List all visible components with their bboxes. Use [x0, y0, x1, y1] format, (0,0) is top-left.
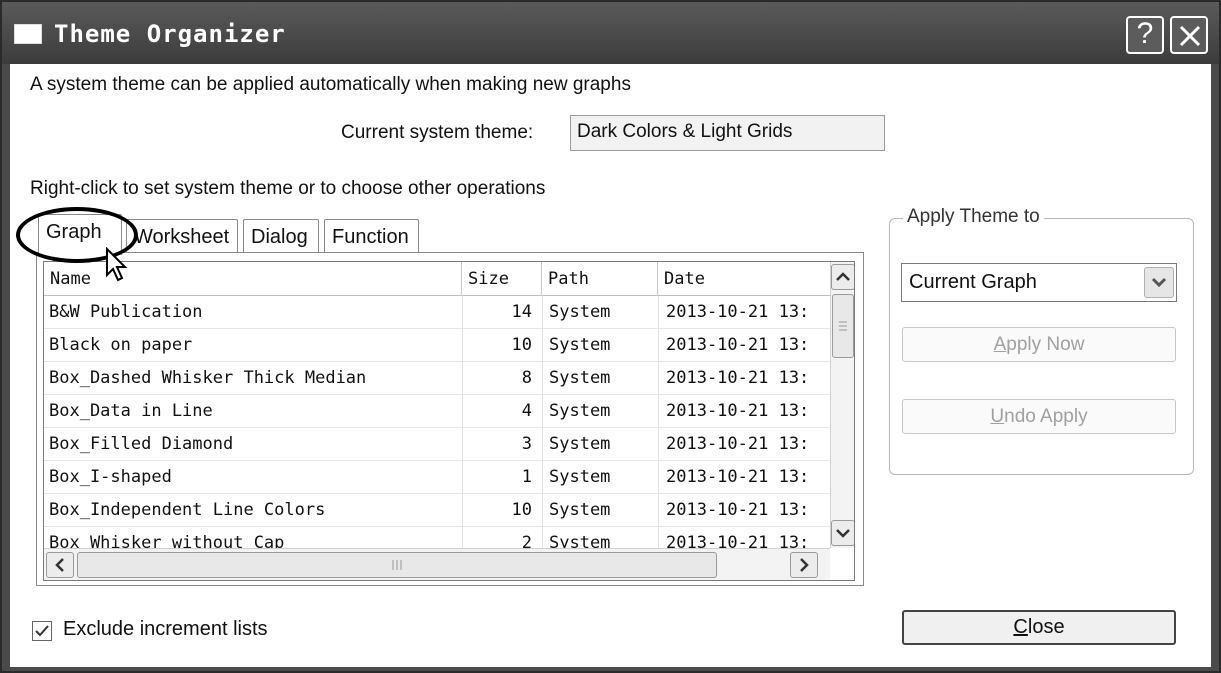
chevron-up-icon: [836, 272, 850, 281]
hint-text: Right-click to set system theme or to ch…: [30, 178, 546, 199]
close-label: lose: [1027, 616, 1065, 638]
intro-text: A system theme can be applied automatica…: [30, 74, 631, 95]
cell-name: Box_Independent Line Colors: [49, 500, 326, 520]
column-header-path[interactable]: Path: [542, 262, 658, 296]
cell-name: Box Whisker without Cap: [49, 533, 285, 548]
undo-apply-button[interactable]: Undo Apply: [902, 399, 1176, 434]
exclude-increment-checkbox[interactable]: [32, 621, 52, 641]
exclude-increment-label[interactable]: Exclude increment lists: [63, 618, 268, 641]
table-row[interactable]: Box_I-shaped 1 System 2013-10-21 13:: [44, 461, 830, 494]
cell-date: 2013-10-21 13:: [666, 335, 810, 355]
cell-path: System: [549, 368, 611, 388]
chevron-down-icon: [836, 529, 850, 538]
mouse-cursor-icon: [106, 247, 128, 282]
chevron-right-icon: [800, 558, 809, 572]
dialog-body: A system theme can be applied automatica…: [10, 64, 1211, 667]
close-button[interactable]: Close: [902, 610, 1176, 645]
scroll-right-button[interactable]: [790, 552, 818, 578]
cell-date: 2013-10-21 13:: [666, 302, 810, 322]
close-icon: [1179, 25, 1201, 47]
table-row[interactable]: Box_Data in Line 4 System 2013-10-21 13:: [44, 395, 830, 428]
list-header: Name Size Path Date: [44, 262, 830, 296]
help-button[interactable]: ?: [1126, 16, 1164, 54]
chevron-down-icon: [1151, 277, 1167, 288]
scroll-down-button[interactable]: [831, 520, 854, 546]
checkmark-icon: [35, 625, 49, 637]
cell-size: 8: [521, 368, 532, 388]
cell-date: 2013-10-21 13:: [666, 467, 810, 487]
vertical-scroll-thumb[interactable]: [832, 294, 854, 358]
graph-tab-panel: Name Size Path Date B&W Publication 14 S…: [36, 252, 864, 586]
undo-apply-mnemonic: U: [990, 406, 1005, 427]
cell-date: 2013-10-21 13:: [666, 500, 810, 520]
cell-path: System: [549, 533, 611, 548]
cell-path: System: [549, 434, 611, 454]
table-row[interactable]: Box_Dashed Whisker Thick Median 8 System…: [44, 362, 830, 395]
table-row[interactable]: B&W Publication 14 System 2013-10-21 13:: [44, 296, 830, 329]
cell-path: System: [549, 335, 611, 355]
cell-name: Box_Filled Diamond: [49, 434, 234, 454]
theme-list[interactable]: Name Size Path Date B&W Publication 14 S…: [43, 261, 855, 581]
column-header-size[interactable]: Size: [462, 262, 542, 296]
cell-name: Black on paper: [49, 335, 193, 355]
chevron-left-icon: [55, 558, 64, 572]
window-icon: [14, 24, 42, 44]
cell-date: 2013-10-21 13:: [666, 368, 810, 388]
table-row[interactable]: Box Whisker without Cap 2 System 2013-10…: [44, 527, 830, 548]
cell-size: 4: [521, 401, 532, 421]
grip-icon: [392, 560, 402, 570]
cell-name: B&W Publication: [49, 302, 203, 322]
undo-apply-label: ndo Apply: [1004, 406, 1088, 427]
apply-target-dropdown[interactable]: Current Graph: [901, 263, 1177, 302]
cell-path: System: [549, 500, 611, 520]
current-system-theme-label: Current system theme:: [341, 122, 534, 143]
cell-date: 2013-10-21 13:: [666, 434, 810, 454]
cell-date: 2013-10-21 13:: [666, 401, 810, 421]
scroll-left-button[interactable]: [46, 552, 74, 578]
theme-organizer-dialog: Theme Organizer ? A system theme can be …: [0, 0, 1221, 673]
scroll-up-button[interactable]: [831, 264, 854, 290]
cell-size: 2: [521, 533, 532, 548]
title-bar[interactable]: Theme Organizer ?: [2, 2, 1219, 64]
column-header-date[interactable]: Date: [658, 262, 830, 296]
cell-name: Box_I-shaped: [49, 467, 172, 487]
table-row[interactable]: Box_Independent Line Colors 10 System 20…: [44, 494, 830, 527]
grip-icon: [839, 321, 847, 331]
horizontal-scroll-thumb[interactable]: [77, 552, 717, 578]
current-system-theme-field: Dark Colors & Light Grids: [570, 115, 885, 151]
close-window-button[interactable]: [1170, 16, 1208, 54]
cell-size: 10: [511, 335, 532, 355]
apply-now-mnemonic: A: [993, 334, 1007, 355]
horizontal-scrollbar[interactable]: [44, 548, 830, 580]
cell-size: 14: [511, 302, 532, 322]
cell-path: System: [549, 401, 611, 421]
close-mnemonic: C: [1013, 616, 1028, 638]
vertical-scrollbar[interactable]: [830, 262, 854, 548]
apply-now-label: pply Now: [1006, 334, 1085, 355]
cell-size: 10: [511, 500, 532, 520]
apply-target-selected: Current Graph: [909, 271, 1037, 293]
cell-size: 1: [521, 467, 532, 487]
cell-date: 2013-10-21 13:: [666, 533, 810, 548]
cell-name: Box_Data in Line: [49, 401, 213, 421]
table-row[interactable]: Box_Filled Diamond 3 System 2013-10-21 1…: [44, 428, 830, 461]
cell-size: 3: [521, 434, 532, 454]
tab-dialog[interactable]: Dialog: [243, 219, 319, 253]
window-title: Theme Organizer: [54, 20, 286, 48]
cell-path: System: [549, 467, 611, 487]
list-rows: B&W Publication 14 System 2013-10-21 13:…: [44, 296, 830, 548]
tab-function[interactable]: Function: [324, 219, 419, 253]
dropdown-arrow-button[interactable]: [1144, 267, 1174, 298]
cell-path: System: [549, 302, 611, 322]
cell-name: Box_Dashed Whisker Thick Median: [49, 368, 367, 388]
apply-theme-group-legend: Apply Theme to: [903, 206, 1044, 228]
apply-now-button[interactable]: Apply Now: [902, 327, 1176, 362]
tab-worksheet[interactable]: Worksheet: [126, 219, 238, 253]
table-row[interactable]: Black on paper 10 System 2013-10-21 13:: [44, 329, 830, 362]
